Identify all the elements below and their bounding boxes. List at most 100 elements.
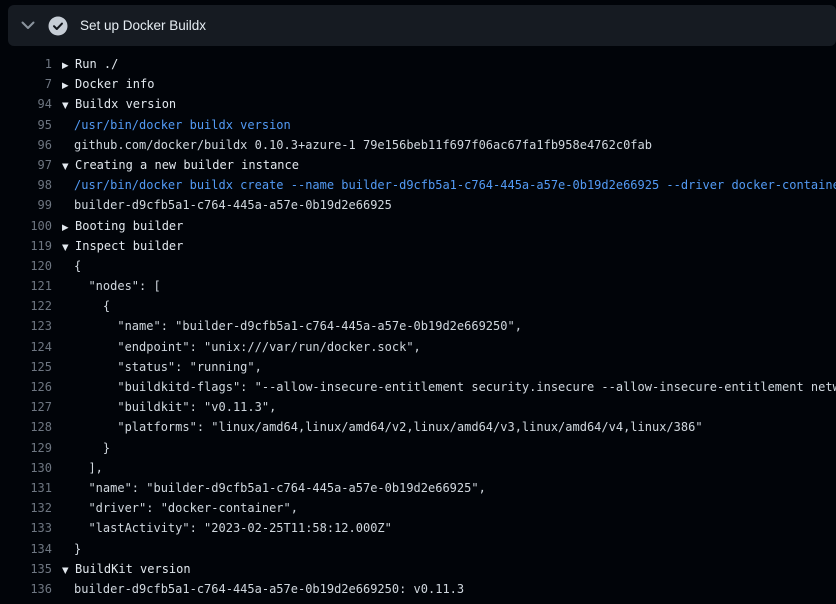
log-line: 126 "buildkitd-flags": "--allow-insecure… (0, 377, 836, 397)
command-text: /usr/bin/docker buildx create --name bui… (74, 175, 836, 195)
log-line: 133 "lastActivity": "2023-02-25T11:58:12… (0, 518, 836, 538)
line-number[interactable]: 1 (0, 54, 52, 74)
group-label: Docker info (75, 77, 154, 91)
log-line: 134} (0, 539, 836, 559)
line-number[interactable]: 119 (0, 236, 52, 256)
actions-log-viewer: Set up Docker Buildx 1▶Run ./7▶Docker in… (0, 5, 836, 604)
log-line: 128 "platforms": "linux/amd64,linux/amd6… (0, 417, 836, 437)
log-line: 127 "buildkit": "v0.11.3", (0, 397, 836, 417)
log-line: 98/usr/bin/docker buildx create --name b… (0, 175, 836, 195)
output-text: "driver": "docker-container", (74, 498, 298, 518)
group-row-content[interactable]: ▼Buildx version (62, 94, 176, 114)
line-number[interactable]: 125 (0, 357, 52, 377)
group-collapsed-icon[interactable]: ▶ (62, 56, 75, 74)
log-line: 96 github.com/docker/buildx 0.10.3+azure-… (0, 135, 836, 155)
group-expanded-icon[interactable]: ▼ (62, 96, 75, 114)
step-title: Set up Docker Buildx (80, 18, 206, 33)
group-label: Inspect builder (75, 239, 183, 253)
log-line: 120 { (0, 256, 836, 276)
log-line[interactable]: 119 ▼Inspect builder (0, 236, 836, 256)
line-number[interactable]: 133 (0, 518, 52, 538)
line-number[interactable]: 96 (0, 135, 52, 155)
group-expanded-icon[interactable]: ▼ (62, 238, 75, 256)
output-text: github.com/docker/buildx 0.10.3+azure-1 … (74, 135, 652, 155)
output-text: "name": "builder-d9cfb5a1-c764-445a-a57e… (74, 316, 522, 336)
line-number[interactable]: 121 (0, 276, 52, 296)
output-text: "buildkitd-flags": "--allow-insecure-ent… (74, 377, 836, 397)
line-number[interactable]: 95 (0, 115, 52, 135)
log-line: 99 builder-d9cfb5a1-c764-445a-a57e-0b19d2… (0, 195, 836, 215)
log-line: 122 { (0, 296, 836, 316)
line-number[interactable]: 135 (0, 559, 52, 579)
log-line: 132 "driver": "docker-container", (0, 498, 836, 518)
log-line: 124 "endpoint": "unix:///var/run/docker.… (0, 337, 836, 357)
line-number[interactable]: 136 (0, 579, 52, 599)
group-row-content[interactable]: ▶Booting builder (62, 216, 183, 236)
log-line: 125 "status": "running", (0, 357, 836, 377)
line-number[interactable]: 134 (0, 539, 52, 559)
log-line[interactable]: 97 ▼Creating a new builder instance (0, 155, 836, 175)
output-text: "endpoint": "unix:///var/run/docker.sock… (74, 337, 421, 357)
group-collapsed-icon[interactable]: ▶ (62, 218, 75, 236)
log-line[interactable]: 100 ▶Booting builder (0, 216, 836, 236)
output-text: { (74, 296, 110, 316)
log-lines: 1▶Run ./7▶Docker info94▼Buildx version95… (0, 46, 836, 599)
line-number[interactable]: 124 (0, 337, 52, 357)
line-number[interactable]: 126 (0, 377, 52, 397)
group-row-content[interactable]: ▼Creating a new builder instance (62, 155, 299, 175)
line-number[interactable]: 97 (0, 155, 52, 175)
line-number[interactable]: 120 (0, 256, 52, 276)
group-collapsed-icon[interactable]: ▶ (62, 76, 75, 94)
group-row-content[interactable]: ▶Docker info (62, 74, 154, 94)
line-number[interactable]: 94 (0, 94, 52, 114)
line-number[interactable]: 130 (0, 458, 52, 478)
log-line[interactable]: 1 ▶Run ./ (0, 54, 836, 74)
output-text: ], (74, 458, 103, 478)
output-text: "platforms": "linux/amd64,linux/amd64/v2… (74, 417, 703, 437)
group-row-content[interactable]: ▼BuildKit version (62, 559, 191, 579)
output-text: builder-d9cfb5a1-c764-445a-a57e-0b19d2e6… (74, 195, 392, 215)
line-number[interactable]: 129 (0, 438, 52, 458)
group-expanded-icon[interactable]: ▼ (62, 561, 75, 579)
log-line: 95/usr/bin/docker buildx version (0, 115, 836, 135)
group-label: Buildx version (75, 97, 176, 111)
line-number[interactable]: 122 (0, 296, 52, 316)
output-text: "status": "running", (74, 357, 262, 377)
line-number[interactable]: 98 (0, 175, 52, 195)
step-header[interactable]: Set up Docker Buildx (8, 5, 836, 46)
line-number[interactable]: 123 (0, 316, 52, 336)
group-expanded-icon[interactable]: ▼ (62, 157, 75, 175)
log-line[interactable]: 135 ▼BuildKit version (0, 559, 836, 579)
log-line: 131 "name": "builder-d9cfb5a1-c764-445a-… (0, 478, 836, 498)
output-text: "nodes": [ (74, 276, 161, 296)
log-line: 130 ], (0, 458, 836, 478)
line-number[interactable]: 99 (0, 195, 52, 215)
output-text: builder-d9cfb5a1-c764-445a-a57e-0b19d2e6… (74, 579, 464, 599)
line-number[interactable]: 132 (0, 498, 52, 518)
output-text: "name": "builder-d9cfb5a1-c764-445a-a57e… (74, 478, 486, 498)
group-row-content[interactable]: ▼Inspect builder (62, 236, 183, 256)
line-number[interactable]: 100 (0, 216, 52, 236)
log-line: 136 builder-d9cfb5a1-c764-445a-a57e-0b19d… (0, 579, 836, 599)
command-text: /usr/bin/docker buildx version (74, 115, 291, 135)
group-row-content[interactable]: ▶Run ./ (62, 54, 118, 74)
output-text: "lastActivity": "2023-02-25T11:58:12.000… (74, 518, 392, 538)
log-line: 121 "nodes": [ (0, 276, 836, 296)
output-text: { (74, 256, 81, 276)
group-label: Booting builder (75, 219, 183, 233)
log-line: 123 "name": "builder-d9cfb5a1-c764-445a-… (0, 316, 836, 336)
group-label: BuildKit version (75, 562, 191, 576)
line-number[interactable]: 127 (0, 397, 52, 417)
group-label: Run ./ (75, 57, 118, 71)
log-line[interactable]: 7 ▶Docker info (0, 74, 836, 94)
chevron-down-icon[interactable] (20, 18, 36, 34)
group-label: Creating a new builder instance (75, 158, 299, 172)
log-line[interactable]: 94 ▼Buildx version (0, 94, 836, 114)
line-number[interactable]: 128 (0, 417, 52, 437)
output-text: "buildkit": "v0.11.3", (74, 397, 276, 417)
line-number[interactable]: 131 (0, 478, 52, 498)
check-circle-icon (48, 16, 68, 36)
output-text: } (74, 539, 81, 559)
output-text: } (74, 438, 110, 458)
line-number[interactable]: 7 (0, 74, 52, 94)
